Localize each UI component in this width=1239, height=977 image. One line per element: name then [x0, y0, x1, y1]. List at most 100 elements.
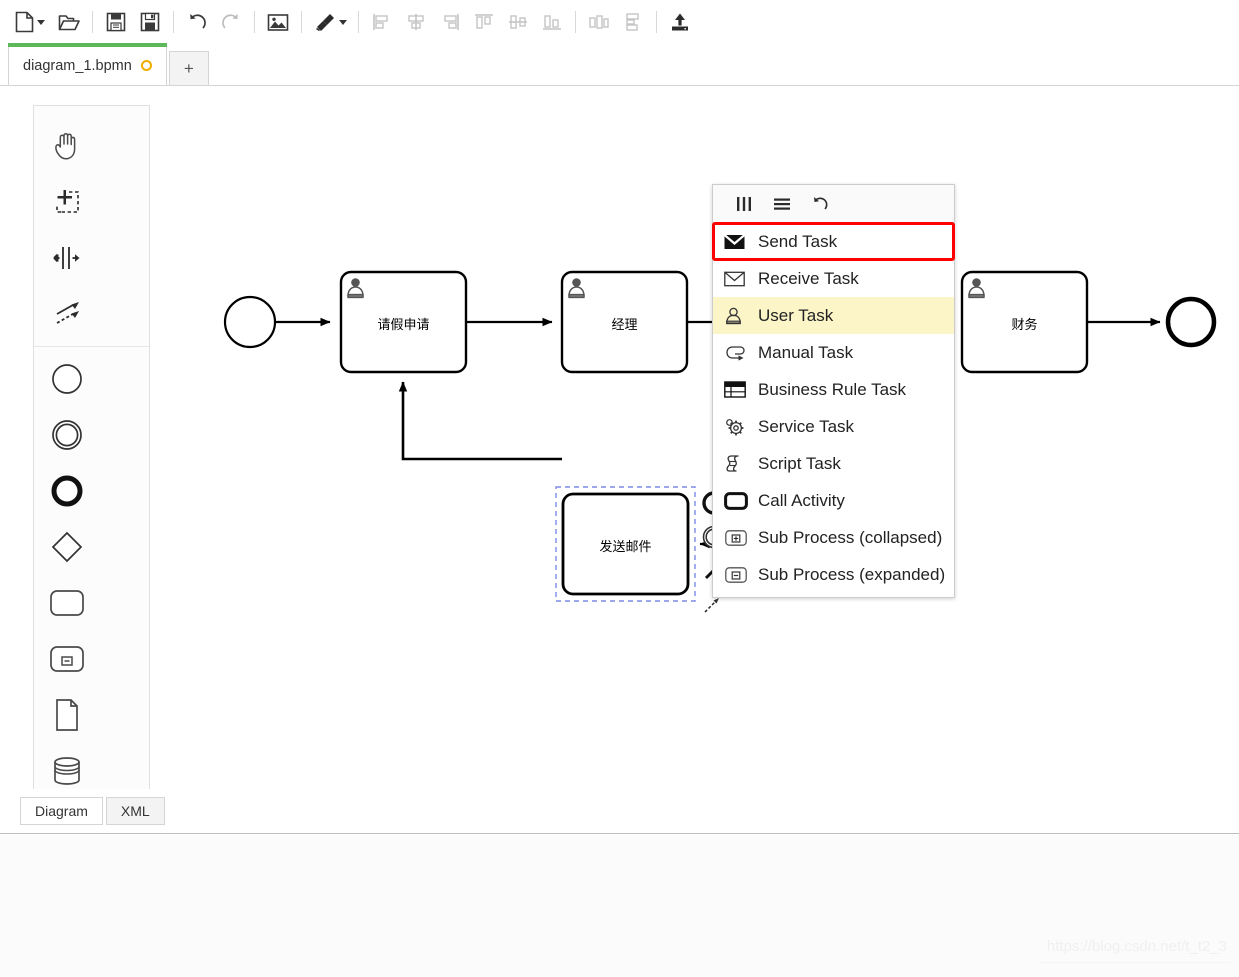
menu-item-sub-process-collapsed[interactable]: Sub Process (collapsed) [713, 519, 954, 556]
watermark-text: https://blog.csdn.net/t_t2_3 [1047, 938, 1227, 955]
deploy-button[interactable] [663, 5, 697, 39]
undo-button[interactable] [180, 5, 214, 39]
brush-icon [314, 12, 336, 32]
end-event[interactable] [1168, 299, 1214, 345]
save-as-button[interactable] [133, 5, 167, 39]
distribute-vertical-icon [623, 12, 643, 32]
task-finance[interactable] [962, 272, 1087, 372]
menu-item-sub-process-expanded[interactable]: Sub Process (expanded) [713, 556, 954, 593]
undo-icon [186, 11, 208, 33]
call-activity-icon [724, 492, 752, 510]
menu-item-user-task[interactable]: User Task [713, 297, 954, 334]
align-middle-button[interactable] [501, 5, 535, 39]
hand-pointer-icon [724, 344, 752, 361]
align-bottom-button[interactable] [535, 5, 569, 39]
distribute-horizontal-button[interactable] [582, 5, 616, 39]
save-icon [106, 12, 126, 32]
subprocess-plus-icon [724, 529, 752, 547]
align-left-icon [372, 12, 392, 32]
toolbar-separator [92, 11, 93, 33]
open-file-button[interactable] [52, 5, 86, 39]
toolbar-separator [656, 11, 657, 33]
menu-item-label: Send Task [758, 232, 837, 252]
upload-icon [669, 12, 691, 32]
sequence-flow-loopback[interactable] [403, 382, 562, 459]
color-picker-button[interactable] [308, 5, 352, 39]
diagram-canvas[interactable]: 请假申请 经理 财务 发送邮件 [0, 86, 1239, 789]
list-icon [772, 195, 792, 213]
script-icon [724, 454, 752, 473]
distribute-horizontal-icon [588, 12, 610, 32]
start-event[interactable] [225, 297, 275, 347]
bottom-tab-xml[interactable]: XML [106, 797, 165, 825]
redo-icon [220, 11, 242, 33]
popup-header [713, 185, 954, 223]
redo-button[interactable] [214, 5, 248, 39]
task-send-email[interactable] [563, 494, 688, 594]
chevron-down-icon [37, 20, 45, 25]
align-right-button[interactable] [433, 5, 467, 39]
popup-list-button[interactable] [765, 190, 799, 218]
open-folder-icon [58, 13, 80, 32]
menu-item-business-rule-task[interactable]: Business Rule Task [713, 371, 954, 408]
popup-columns-button[interactable] [727, 190, 761, 218]
toolbar-separator [173, 11, 174, 33]
popup-loop-button[interactable] [803, 190, 837, 218]
align-center-button[interactable] [399, 5, 433, 39]
task-leave-application[interactable] [341, 272, 466, 372]
menu-item-label: Receive Task [758, 269, 859, 289]
align-left-button[interactable] [365, 5, 399, 39]
new-file-icon [15, 11, 34, 33]
replace-element-popup: Send Task Receive Task [712, 184, 955, 598]
menu-item-call-activity[interactable]: Call Activity [713, 482, 954, 519]
menu-item-send-task[interactable]: Send Task [713, 223, 954, 260]
bpmn-editor-window: diagram_1.bpmn + [0, 0, 1239, 977]
table-icon [724, 381, 752, 398]
view-tab-bar: Diagram XML [0, 789, 1239, 834]
menu-item-label: Business Rule Task [758, 380, 906, 400]
align-right-icon [440, 12, 460, 32]
watermark-rule [1039, 962, 1231, 963]
bottom-tab-diagram[interactable]: Diagram [20, 797, 103, 825]
menu-item-label: Script Task [758, 454, 841, 474]
subprocess-minus-icon [724, 566, 752, 584]
distribute-vertical-button[interactable] [616, 5, 650, 39]
menu-item-label: Sub Process (collapsed) [758, 528, 942, 548]
menu-item-label: User Task [758, 306, 833, 326]
align-bottom-icon [541, 12, 563, 32]
user-icon [724, 307, 752, 325]
columns-icon [735, 195, 753, 213]
file-tab-label: diagram_1.bpmn [23, 58, 132, 74]
save-button[interactable] [99, 5, 133, 39]
toolbar-separator [575, 11, 576, 33]
chevron-down-icon [339, 20, 347, 25]
menu-item-script-task[interactable]: Script Task [713, 445, 954, 482]
bpmn-diagram [0, 86, 1239, 789]
menu-item-label: Service Task [758, 417, 854, 437]
envelope-outline-icon [724, 271, 752, 287]
main-toolbar [0, 0, 1239, 44]
menu-item-label: Call Activity [758, 491, 845, 511]
align-top-button[interactable] [467, 5, 501, 39]
file-tab-bar: diagram_1.bpmn + [0, 44, 1239, 86]
align-top-icon [473, 12, 495, 32]
export-image-button[interactable] [261, 5, 295, 39]
menu-item-service-task[interactable]: Service Task [713, 408, 954, 445]
envelope-filled-icon [724, 234, 752, 250]
gear-icon [724, 417, 752, 437]
loop-icon [810, 194, 830, 214]
menu-item-label: Manual Task [758, 343, 853, 363]
popup-menu-list: Send Task Receive Task [713, 223, 954, 597]
image-icon [267, 13, 289, 32]
align-middle-icon [507, 12, 529, 32]
menu-item-label: Sub Process (expanded) [758, 565, 945, 585]
file-tab-diagram-1[interactable]: diagram_1.bpmn [8, 45, 167, 85]
toolbar-separator [358, 11, 359, 33]
new-tab-button[interactable]: + [169, 51, 209, 85]
menu-item-receive-task[interactable]: Receive Task [713, 260, 954, 297]
footer-panel: https://blog.csdn.net/t_t2_3 [0, 835, 1239, 977]
menu-item-manual-task[interactable]: Manual Task [713, 334, 954, 371]
toolbar-separator [254, 11, 255, 33]
task-manager[interactable] [562, 272, 687, 372]
new-file-button[interactable] [8, 5, 52, 39]
